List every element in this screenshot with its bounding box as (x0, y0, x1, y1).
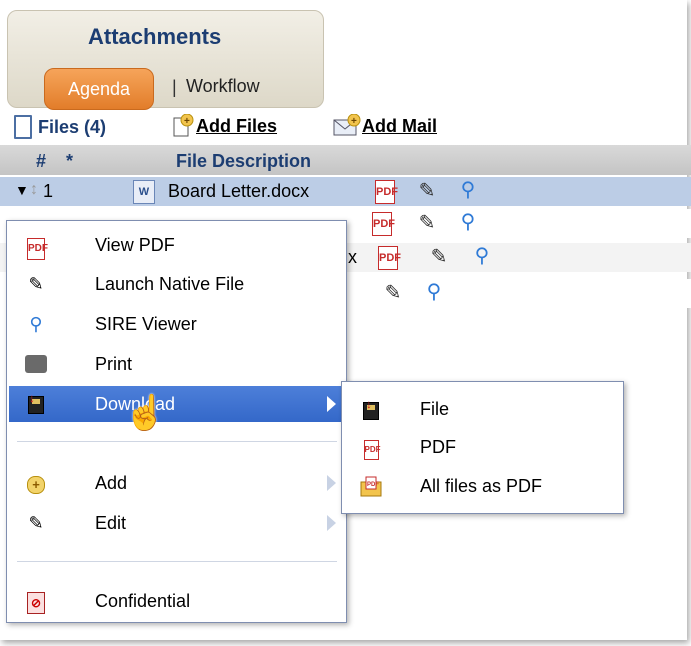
menu-divider (17, 441, 337, 442)
magnifier-icon[interactable]: ⚲ (456, 210, 480, 234)
attachments-header-box: Attachments Agenda | Workflow (7, 10, 324, 110)
column-file-description[interactable]: File Description (176, 151, 311, 172)
tab-separator: | (172, 77, 177, 97)
svg-text:+: + (184, 116, 190, 127)
pencil-icon: ✎ (28, 513, 44, 533)
attachments-title: Attachments (88, 24, 222, 49)
add-file-icon: + (173, 114, 194, 137)
menu-item-view-pdf[interactable]: PDF View PDF (9, 227, 344, 263)
reorder-handle-icon[interactable]: ↕ (30, 181, 38, 199)
submenu-arrow-icon (327, 396, 336, 412)
pencil-icon[interactable]: ✎ (416, 179, 438, 203)
submenu-item-pdf[interactable]: PDF PDF (346, 430, 616, 466)
hand-cursor-icon: ☝ (124, 394, 167, 432)
menu-item-label: Launch Native File (95, 274, 245, 294)
add-files-label[interactable]: Add Files (196, 116, 277, 137)
add-mail-icon: + (333, 114, 361, 136)
menu-item-label: SIRE Viewer (95, 314, 197, 334)
submenu-item-label: File (420, 399, 450, 419)
printer-icon (23, 352, 49, 376)
magnifier-icon[interactable]: ⚲ (456, 178, 480, 202)
submenu-item-label: All files as PDF (420, 476, 543, 496)
row-number: 1 (43, 181, 54, 201)
pdf-download-icon: PDF (360, 436, 382, 460)
column-flag[interactable]: * (66, 151, 73, 172)
folder-icon: PDF (360, 476, 382, 497)
menu-item-label: Add (95, 473, 128, 493)
pencil-icon: ✎ (28, 274, 44, 294)
menu-item-launch-native-file[interactable]: ✎ Launch Native File (9, 266, 344, 302)
menu-item-label: Edit (95, 513, 127, 533)
word-file-icon: W (133, 180, 155, 204)
table-row[interactable]: ▼ ↕ 1 W Board Letter.docx PDF ✎ ⚲ (0, 177, 691, 206)
file-table-header: # * File Description (0, 145, 691, 175)
pdf-icon[interactable]: PDF (375, 180, 398, 204)
pdf-icon: PDF (23, 233, 49, 260)
submenu-item-all-files-as-pdf[interactable]: PDF All files as PDF (346, 469, 616, 505)
add-files-button[interactable]: + Add Files (170, 114, 277, 138)
tab-agenda[interactable]: Agenda (44, 68, 154, 110)
menu-item-edit[interactable]: ✎ Edit (9, 505, 344, 541)
confidential-icon: ⊘ (23, 589, 49, 614)
add-mail-label[interactable]: Add Mail (362, 116, 437, 137)
svg-text:+: + (351, 116, 357, 127)
row-dropdown-icon[interactable]: ▼ (15, 182, 29, 198)
document-icon (14, 115, 32, 139)
folder-pdf-icon: PDF (360, 475, 382, 499)
files-toolbar: Files (4) (14, 114, 106, 140)
magnifier-icon[interactable]: ⚲ (470, 244, 494, 268)
menu-item-confidential[interactable]: ⊘ Confidential (9, 583, 344, 619)
submenu-arrow-icon (327, 475, 336, 491)
add-mail-button[interactable]: + Add Mail (332, 114, 437, 138)
column-number[interactable]: # (36, 151, 46, 172)
submenu-item-file[interactable]: ↓ File (346, 392, 616, 428)
files-count-label[interactable]: Files (4) (38, 117, 106, 138)
floppy-download-icon: ↓ (360, 397, 382, 422)
menu-divider (17, 561, 337, 562)
menu-item-label: View PDF (95, 235, 175, 255)
pencil-icon[interactable]: ✎ (382, 281, 404, 305)
download-submenu: ↓ File PDF PDF PDF All files as PDF (341, 381, 624, 514)
magnifier-icon[interactable]: ⚲ (422, 280, 446, 304)
floppy-download-icon: ↓ (23, 391, 49, 416)
file-context-menu: PDF View PDF ✎ Launch Native File ⚲ SIRE… (6, 220, 347, 623)
menu-item-add[interactable]: + Add (9, 465, 344, 501)
plus-icon: + (23, 471, 49, 495)
attachments-panel: Attachments Agenda | Workflow Files (4) … (0, 0, 691, 640)
submenu-arrow-icon (327, 515, 336, 531)
pdf-icon[interactable]: PDF (378, 246, 401, 270)
menu-item-label: Confidential (95, 591, 191, 611)
pencil-icon[interactable]: ✎ (416, 211, 438, 235)
pencil-icon[interactable]: ✎ (428, 245, 450, 269)
submenu-item-label: PDF (420, 437, 456, 457)
menu-item-download[interactable]: ↓ Download (9, 386, 344, 422)
menu-item-print[interactable]: Print (9, 346, 344, 382)
magnifier-icon: ⚲ (29, 314, 43, 334)
pdf-icon[interactable]: PDF (372, 212, 395, 236)
menu-item-sire-viewer[interactable]: ⚲ SIRE Viewer (9, 306, 344, 342)
svg-text:PDF: PDF (367, 482, 379, 488)
menu-item-label: Print (95, 354, 133, 374)
file-name-fragment: x (348, 247, 357, 267)
tab-workflow[interactable]: Workflow (186, 76, 260, 97)
file-name-link[interactable]: Board Letter.docx (168, 181, 309, 202)
